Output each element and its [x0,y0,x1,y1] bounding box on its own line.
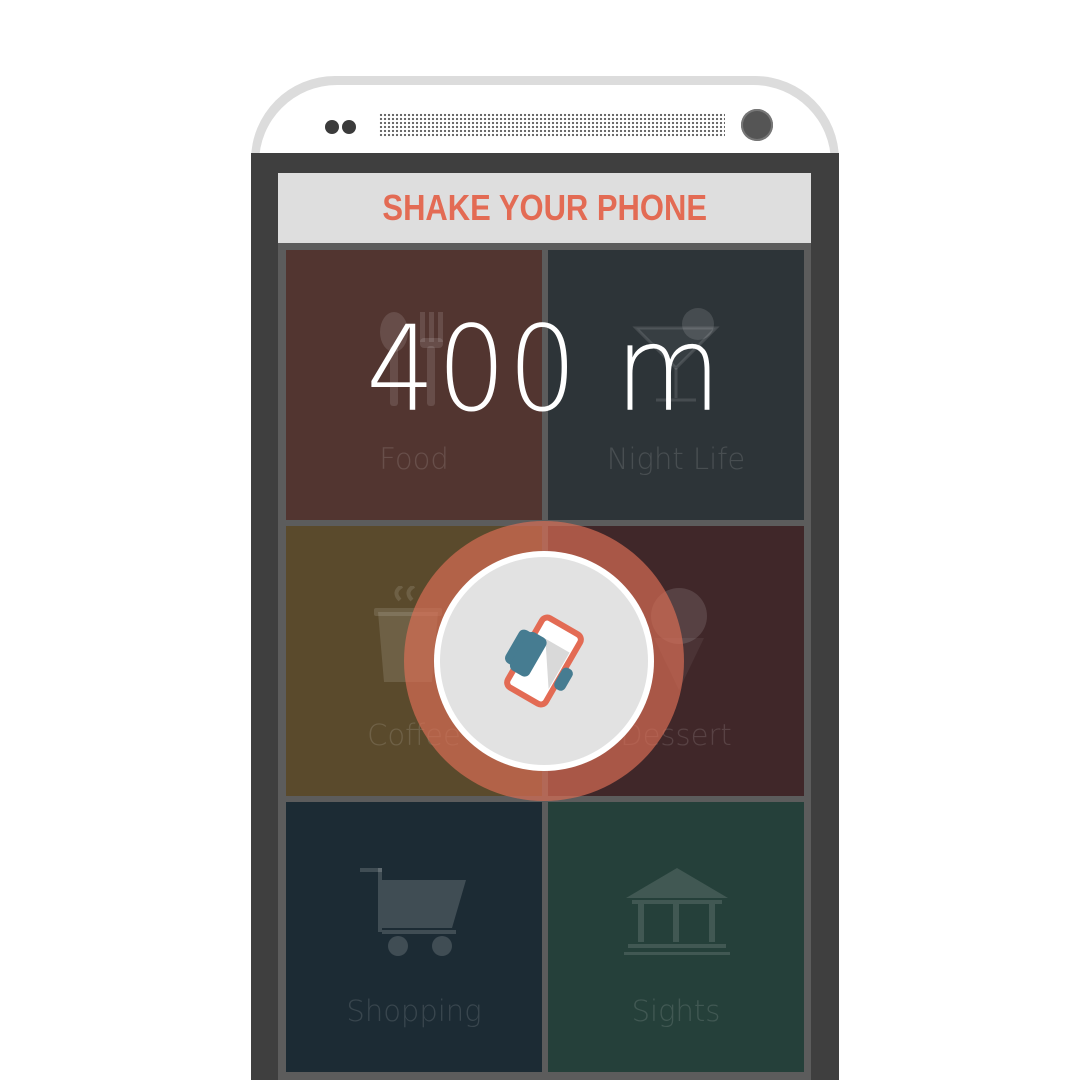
landmark-icon [624,868,730,955]
category-label-shopping: Shopping [346,994,482,1028]
category-label-sights: Sights [631,994,721,1028]
distance-readout: 400 m [366,300,723,438]
shake-phone-icon [504,614,584,708]
sensor-dots [325,120,356,134]
page-title: SHAKE YOUR PHONE [382,187,707,228]
category-tile-sights[interactable]: Sights [548,802,804,1072]
category-tile-shopping[interactable]: Shopping [286,802,542,1072]
shopping-cart-icon [360,868,466,956]
category-label-food: Food [379,442,449,476]
title-bar: SHAKE YOUR PHONE [278,173,811,243]
category-label-night-life: Night Life [606,442,746,476]
speaker-grille [379,113,725,137]
shake-button[interactable] [440,557,648,765]
front-camera [741,109,773,141]
